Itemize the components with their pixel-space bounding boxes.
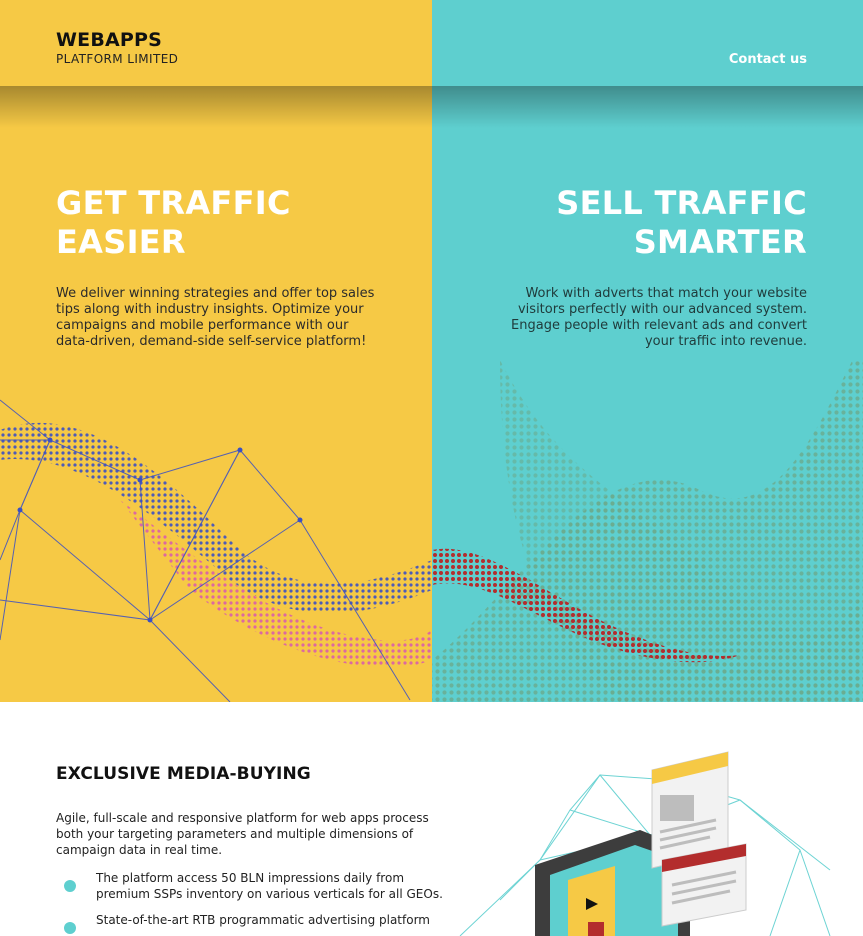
list-item: State-of-the-art RTB programmatic advert… <box>56 912 456 934</box>
headline-left-line2: EASIER <box>56 223 186 261</box>
logo-sub-text: PLATFORM LIMITED <box>56 52 179 66</box>
wave-network-art <box>0 360 863 702</box>
site-header: WEBAPPS PLATFORM LIMITED Contact us <box>0 0 863 86</box>
headline-left-line1: GET TRAFFIC <box>56 184 291 222</box>
logo-main-text: WEBAPPS <box>56 29 163 51</box>
feature-list: The platform access 50 BLN impressions d… <box>56 870 456 936</box>
bullet-dot-icon <box>64 880 76 892</box>
header-shadow <box>0 86 863 128</box>
media-buying-illustration <box>459 751 831 936</box>
hero-right-description: Work with adverts that match your websit… <box>511 286 807 349</box>
section-description: Agile, full-scale and responsive platfor… <box>56 811 429 857</box>
bullet-dot-icon <box>64 922 76 934</box>
list-item: The platform access 50 BLN impressions d… <box>56 870 456 902</box>
headline-get-traffic: GET TRAFFIC EASIER <box>56 184 416 262</box>
bullet-text: State-of-the-art RTB programmatic advert… <box>96 913 430 927</box>
contact-us-link[interactable]: Contact us <box>729 52 807 67</box>
hero-left-description: We deliver winning strategies and offer … <box>56 286 375 349</box>
site-logo[interactable]: WEBAPPS PLATFORM LIMITED <box>56 29 178 67</box>
headline-sell-traffic: SELL TRAFFIC SMARTER <box>447 184 807 262</box>
bullet-text: The platform access 50 BLN impressions d… <box>96 871 443 901</box>
section-title: EXCLUSIVE MEDIA-BUYING <box>56 764 311 784</box>
hero: WEBAPPS PLATFORM LIMITED Contact us GET … <box>0 0 863 702</box>
headline-right-line2: SMARTER <box>633 223 807 261</box>
headline-right-line1: SELL TRAFFIC <box>556 184 807 222</box>
